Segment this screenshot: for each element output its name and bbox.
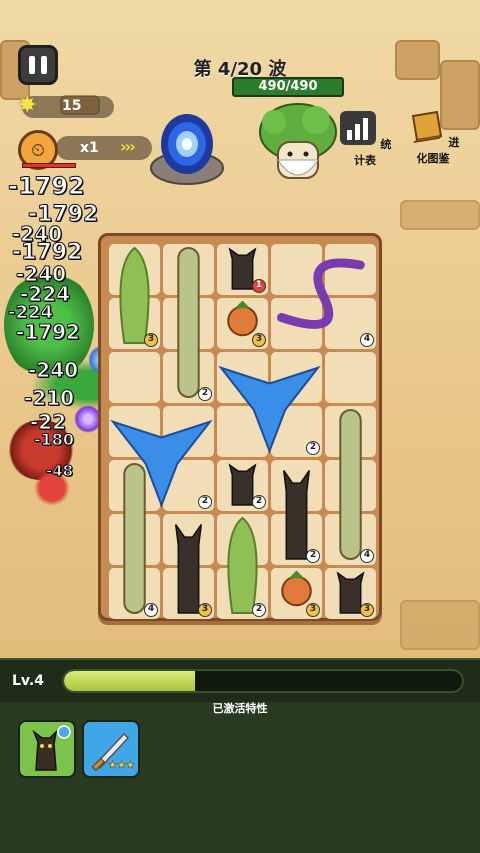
tree-elder-boss xyxy=(259,103,337,179)
skill-slot-cat[interactable] xyxy=(18,720,76,778)
unit-level-badge: 4 xyxy=(144,603,158,617)
damage-number: -180 xyxy=(33,430,75,450)
sandworm-icon xyxy=(177,247,200,398)
sun-counter: ✸ 15 xyxy=(18,93,114,118)
blue-phoenix-unit[interactable]: 2 xyxy=(217,352,322,457)
damage-number: -240 xyxy=(27,358,79,383)
black-cat-unit[interactable]: 3 xyxy=(325,568,376,619)
unit-level-badge: 4 xyxy=(360,333,374,347)
skill-slot-sword[interactable]: ★★★ xyxy=(82,720,140,778)
sandworm-icon xyxy=(123,463,146,614)
xp-bar xyxy=(62,669,464,693)
damage-number: -1792 xyxy=(8,172,86,201)
player-level: Lv.4 xyxy=(12,673,44,689)
xp-bar-fill xyxy=(64,671,196,691)
stats-button[interactable]: 统计表 xyxy=(336,110,394,168)
damage-number: -48 xyxy=(45,462,74,481)
sandworm-unit[interactable]: 2 xyxy=(163,244,214,403)
unit-level-badge: 2 xyxy=(252,495,266,509)
damage-number: -1792 xyxy=(16,320,81,345)
enemy-portal xyxy=(150,114,224,185)
board-cell[interactable] xyxy=(325,352,376,403)
speed-control[interactable]: x1 ››› xyxy=(56,136,152,160)
evolution-guide-button[interactable]: 进化图鉴 xyxy=(404,108,462,166)
unit-level-badge: 3 xyxy=(252,333,266,347)
black-cat-unit[interactable]: 3 xyxy=(163,514,214,619)
willow-tree-unit[interactable]: 2 xyxy=(217,514,268,619)
speed-arrows: ››› xyxy=(120,137,136,156)
black-cat-unit[interactable]: 2 xyxy=(217,460,268,511)
boss-hp-bar: 490/490 xyxy=(232,77,344,97)
unit-level-badge: 2 xyxy=(198,387,212,401)
unit-level-badge: 2 xyxy=(198,495,212,509)
unit-level-badge: 3 xyxy=(144,333,158,347)
sun-icon: ✸ xyxy=(18,93,37,118)
speed-value: x1 xyxy=(80,140,99,156)
unit-level-badge: 1 xyxy=(252,279,266,293)
merge-board: 3 2 1 3 4 2 2 2 4 2 4 3 2 3 3 xyxy=(98,233,382,621)
unit-level-badge: 4 xyxy=(360,549,374,563)
unit-level-badge: 3 xyxy=(360,603,374,617)
skill-stars: ★★★ xyxy=(108,760,135,772)
purple-serpent-icon xyxy=(277,258,365,329)
potted-sprout-unit[interactable]: 3 xyxy=(217,298,268,349)
active-trait-label: 已激活特性 xyxy=(212,702,268,715)
potted-sprout-unit[interactable]: 3 xyxy=(271,568,322,619)
bar-chart-icon xyxy=(339,111,376,145)
black-cat-skill-icon xyxy=(32,725,71,771)
sun-count: 15 xyxy=(62,98,82,114)
sandworm-icon xyxy=(339,409,362,560)
sandworm-unit[interactable]: 4 xyxy=(109,460,160,619)
unit-level-badge: 2 xyxy=(252,603,266,617)
unit-level-badge: 2 xyxy=(306,549,320,563)
desert-rock xyxy=(400,200,480,230)
blue-phoenix-icon xyxy=(218,365,321,454)
sandworm-unit[interactable]: 4 xyxy=(325,406,376,565)
damage-number: -210 xyxy=(23,386,75,411)
black-cat-unit[interactable]: 1 xyxy=(217,244,268,295)
unit-level-badge: 3 xyxy=(198,603,212,617)
unit-level-badge: 3 xyxy=(306,603,320,617)
base-hp-bar xyxy=(22,163,76,168)
desert-rock xyxy=(400,600,480,650)
black-cat-unit[interactable]: 2 xyxy=(271,460,322,565)
book-icon xyxy=(411,110,442,144)
level-strip: Lv.4 xyxy=(0,658,480,702)
bottom-panel: Lv.4 已激活特性 ★★★ xyxy=(0,658,480,853)
willow-tree-unit[interactable]: 3 xyxy=(109,244,160,349)
purple-serpent-unit[interactable]: 4 xyxy=(271,244,376,349)
unit-level-badge: 2 xyxy=(306,441,320,455)
battlefield: ✸ 15 x1 ››› ⏲ 第 4/20 波 490/490 统计表 进化图鉴 … xyxy=(0,0,480,658)
board-cell[interactable] xyxy=(109,352,160,403)
